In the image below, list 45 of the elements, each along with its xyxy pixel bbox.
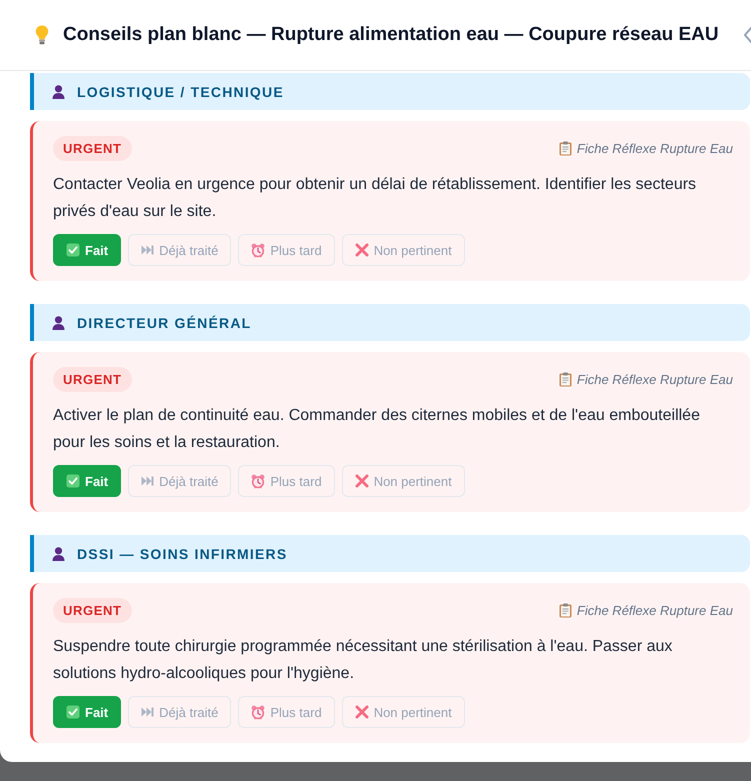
skip-forward-icon [141,476,154,486]
person-icon [52,546,65,560]
action-button[interactable]: Plus tard [238,465,335,497]
skip-forward-icon [141,245,154,255]
person-icon [52,316,65,330]
modal-title: Conseils plan blanc — Rupture alimentation eau — Coupure réseau EAU [63,24,719,46]
priority-badge: URGENT [53,367,132,392]
source-reference: Fiche Réflexe Rupture Eau [576,372,733,387]
person-icon [52,84,65,98]
clipboard-icon [558,372,572,387]
role-title: DSSI — SOINS INFIRMIERS [77,546,288,562]
action-button[interactable]: Fait [53,465,122,497]
clipboard-icon [558,141,572,156]
clipboard-icon [558,603,572,618]
source-reference: Fiche Réflexe Rupture Eau [576,603,733,618]
action-button[interactable]: Fait [53,696,122,728]
source-reference: Fiche Réflexe Rupture Eau [576,141,733,156]
checkbox-icon [66,243,80,257]
alarm-clock-icon [251,242,266,258]
action-button[interactable]: Non pertinent [342,234,465,266]
cross-icon [354,474,369,488]
action-button[interactable]: Plus tard [238,696,335,728]
action-button[interactable]: Déjà traité [128,234,232,266]
priority-badge: URGENT [53,598,132,623]
action-button[interactable]: Déjà traité [128,465,232,497]
checkbox-icon [66,705,80,719]
checkbox-icon [66,474,80,488]
close-icon[interactable] [744,27,751,43]
lightbulb-icon [35,25,49,45]
alarm-clock-icon [251,704,266,720]
cross-icon [354,705,369,719]
action-button[interactable]: Plus tard [238,234,335,266]
advice-text: Contacter Veolia en urgence pour obtenir un délai de rétablissement. Identifier les secteurs privés d'eau sur le site. [53,175,698,222]
action-button[interactable]: Non pertinent [342,696,465,728]
action-button[interactable]: Déjà traité [128,696,232,728]
advice-text: Activer le plan de continuité eau. Commander des citernes mobiles et de l'eau embouteillée pour les soins et la restauration. [53,406,701,453]
action-button[interactable]: Non pertinent [342,465,465,497]
cross-icon [354,243,369,257]
role-title: DIRECTEUR GÉNÉRAL [77,314,252,330]
action-button[interactable]: Fait [53,234,122,266]
priority-badge: URGENT [53,136,132,161]
alarm-clock-icon [251,474,266,488]
skip-forward-icon [141,707,154,717]
advice-text: Suspendre toute chirurgie programmée nécessitant une stérilisation à l'eau. Passer aux solutions hydro-alcooliques pour l'hygiène. [53,637,674,684]
role-title: LOGISTIQUE / TECHNIQUE [77,84,284,100]
